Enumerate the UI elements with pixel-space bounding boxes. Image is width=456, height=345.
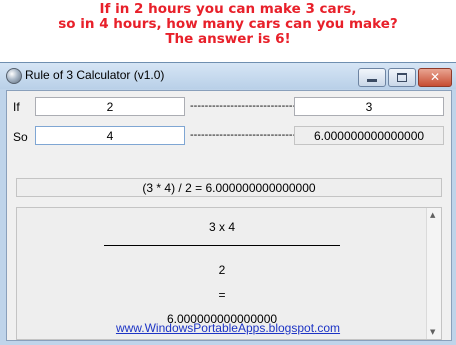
scroll-up-icon[interactable]: ▲	[430, 211, 435, 219]
equals-text: =	[218, 288, 226, 302]
banner-line-2: so in 4 hours, how many cars can you mak…	[58, 16, 398, 32]
panel-scrollbar[interactable]: ▲ ▼	[426, 208, 441, 339]
maximize-icon	[397, 73, 407, 82]
banner-line-3: The answer is 6!	[165, 31, 291, 47]
so-label: So	[13, 130, 28, 144]
expression-display: (3 * 4) / 2 = 6.000000000000000	[16, 178, 442, 197]
minimize-button[interactable]	[358, 68, 386, 87]
so-result-output: 6.000000000000000	[294, 126, 444, 145]
if-input[interactable]: 2	[35, 97, 185, 116]
title-bar[interactable]: Rule of 3 Calculator (v1.0) ✕	[0, 63, 456, 89]
window-title: Rule of 3 Calculator (v1.0)	[25, 68, 165, 82]
numerator-text: 3 x 4	[208, 220, 235, 234]
if-result-input[interactable]: 3	[294, 97, 444, 116]
if-label: If	[13, 100, 20, 114]
client-area: If 2 -----------------------------------…	[6, 90, 452, 341]
app-globe-icon[interactable]	[6, 68, 22, 84]
denominator-text: 2	[218, 263, 226, 277]
website-link[interactable]: www.WindowsPortableApps.blogspot.com	[0, 321, 456, 335]
fraction-line	[104, 245, 340, 246]
close-button[interactable]: ✕	[418, 68, 452, 87]
maximize-button[interactable]	[388, 68, 416, 87]
calculator-window: Rule of 3 Calculator (v1.0) ✕ If 2 -----…	[0, 62, 456, 345]
so-input[interactable]: 4	[35, 126, 185, 145]
close-icon: ✕	[429, 70, 441, 84]
banner-line-1: If in 2 hours you can make 3 cars,	[99, 1, 357, 17]
instruction-banner: If in 2 hours you can make 3 cars, so in…	[0, 0, 456, 64]
minimize-icon	[367, 79, 377, 82]
